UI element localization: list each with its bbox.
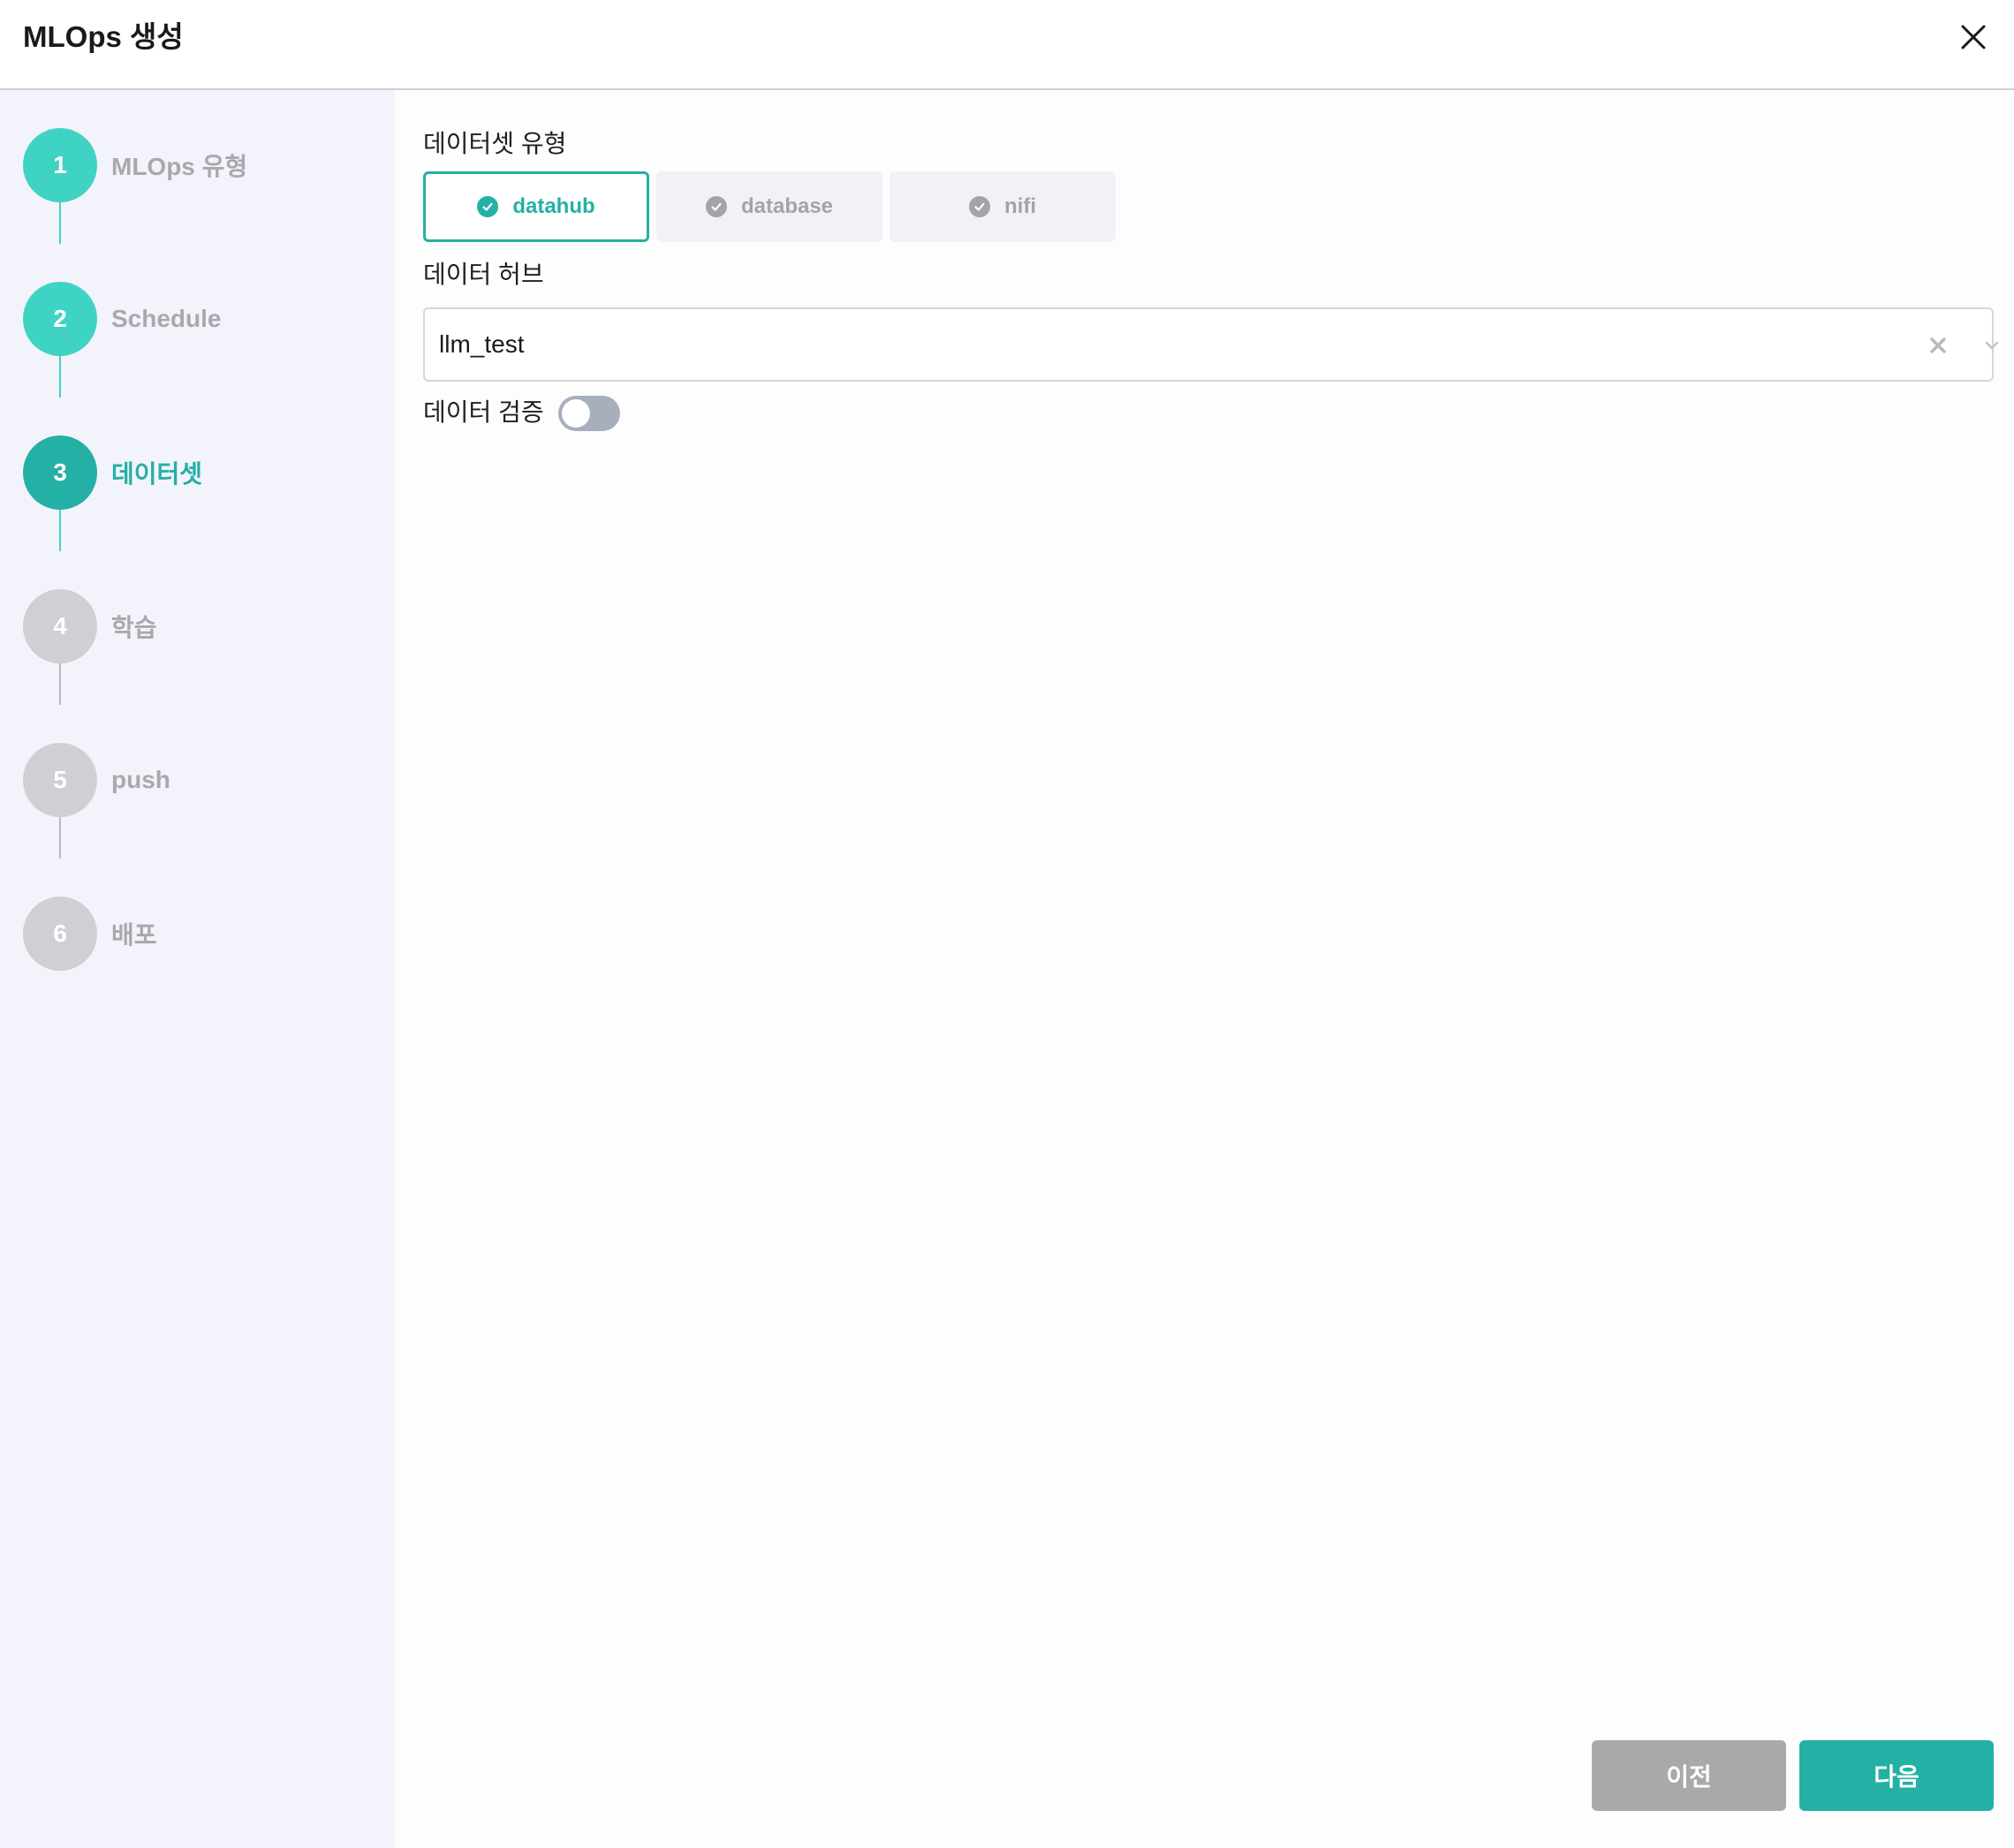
- validation-label: 데이터 검증: [423, 398, 544, 426]
- step-mlops-type[interactable]: 1 MLOps 유형: [23, 127, 247, 203]
- step-number: 5: [23, 743, 97, 817]
- check-circle-icon: [477, 196, 499, 217]
- datahub-select[interactable]: llm_test: [423, 307, 1999, 382]
- chevron-down-icon[interactable]: [1983, 339, 2001, 352]
- dataset-type-group: datahub database nifi: [423, 171, 1116, 242]
- step-training[interactable]: 4 학습: [23, 588, 157, 664]
- step-label: push: [111, 766, 170, 793]
- step-number: 2: [23, 282, 97, 356]
- prev-button[interactable]: 이전: [1592, 1740, 1786, 1811]
- step-label: 배포: [111, 921, 157, 949]
- step-label: 데이터셋: [111, 460, 203, 488]
- step-label: Schedule: [111, 305, 222, 332]
- validation-toggle[interactable]: [558, 396, 620, 431]
- step-schedule[interactable]: 2 Schedule: [23, 281, 221, 357]
- dialog-title: MLOps 생성: [23, 20, 184, 53]
- dataset-type-nifi[interactable]: nifi: [890, 171, 1116, 242]
- check-circle-icon: [969, 196, 990, 217]
- dataset-type-option-label: database: [740, 194, 834, 218]
- toggle-knob: [562, 399, 590, 428]
- next-button[interactable]: 다음: [1799, 1740, 1994, 1811]
- mlops-create-dialog: MLOps 생성 1 MLOps 유형 2 Schedule 3 데이터셋 4 …: [0, 0, 2014, 1848]
- datahub-label: 데이터 허브: [423, 261, 544, 288]
- datahub-select-value: llm_test: [439, 330, 525, 358]
- dataset-type-option-label: datahub: [512, 194, 595, 218]
- step-deploy[interactable]: 6 배포: [23, 896, 157, 972]
- step-label: 학습: [111, 614, 157, 641]
- close-icon: [1961, 25, 1986, 49]
- dataset-type-datahub[interactable]: datahub: [423, 171, 649, 242]
- dialog-header: MLOps 생성: [0, 0, 2014, 90]
- step-label: MLOps 유형: [111, 153, 248, 180]
- dataset-form: 데이터셋 유형 datahub database nifi 데이터 허브 llm…: [395, 90, 2014, 1848]
- step-push[interactable]: 5 push: [23, 742, 170, 818]
- dataset-type-label: 데이터셋 유형: [423, 130, 567, 157]
- dataset-type-database[interactable]: database: [656, 171, 882, 242]
- check-circle-icon: [705, 196, 727, 217]
- step-number: 6: [23, 897, 97, 971]
- step-dataset[interactable]: 3 데이터셋: [23, 435, 202, 511]
- step-sidebar: 1 MLOps 유형 2 Schedule 3 데이터셋 4 학습 5 push…: [0, 90, 395, 1848]
- step-number: 3: [23, 435, 97, 510]
- step-number: 4: [23, 589, 97, 663]
- step-number: 1: [23, 128, 97, 202]
- clear-icon[interactable]: [1925, 332, 1951, 359]
- close-button[interactable]: [1954, 18, 1993, 57]
- dataset-type-option-label: nifi: [1004, 194, 1036, 218]
